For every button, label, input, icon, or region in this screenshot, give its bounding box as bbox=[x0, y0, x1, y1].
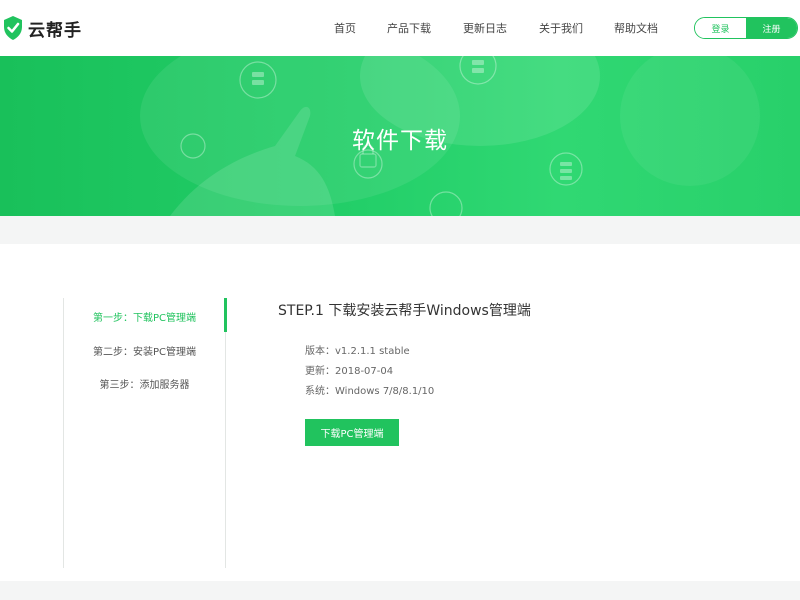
step-3-add-server[interactable]: 第三步：添加服务器 bbox=[64, 376, 225, 391]
logo-text: 云帮手 bbox=[28, 20, 82, 41]
step-2-install[interactable]: 第二步：安装PC管理端 bbox=[64, 343, 225, 358]
logo-shield-icon bbox=[4, 16, 22, 40]
download-section: 第一步：下载PC管理端 第二步：安装PC管理端 第三步：添加服务器 STEP.1… bbox=[0, 244, 800, 581]
download-pc-button[interactable]: 下载PC管理端 bbox=[305, 419, 399, 446]
logo[interactable]: 云帮手 bbox=[2, 14, 82, 42]
hero-banner: 软件下载 bbox=[0, 56, 800, 216]
update-date-info: 更新：2018-07-04 bbox=[305, 366, 394, 377]
nav-product-download[interactable]: 产品下载 bbox=[387, 20, 431, 36]
steps-nav: 第一步：下载PC管理端 第二步：安装PC管理端 第三步：添加服务器 bbox=[63, 298, 227, 568]
step-title: STEP.1 下载安装云帮手Windows管理端 bbox=[278, 303, 531, 319]
step-1-download[interactable]: 第一步：下载PC管理端 bbox=[64, 309, 225, 324]
nav-help-docs[interactable]: 帮助文档 bbox=[614, 20, 658, 36]
banner-title: 软件下载 bbox=[352, 128, 448, 154]
version-info: 版本：v1.2.1.1 stable bbox=[305, 346, 410, 357]
login-button[interactable]: 登录 bbox=[695, 18, 746, 38]
system-info: 系统：Windows 7/8/8.1/10 bbox=[305, 386, 435, 397]
auth-buttons: 登录 注册 bbox=[694, 17, 798, 39]
top-navbar: 云帮手 首页 产品下载 更新日志 关于我们 帮助文档 登录 注册 bbox=[0, 0, 800, 56]
nav-about-us[interactable]: 关于我们 bbox=[539, 20, 583, 36]
register-button[interactable]: 注册 bbox=[746, 18, 797, 38]
nav-home[interactable]: 首页 bbox=[334, 20, 356, 36]
nav-changelog[interactable]: 更新日志 bbox=[463, 20, 507, 36]
